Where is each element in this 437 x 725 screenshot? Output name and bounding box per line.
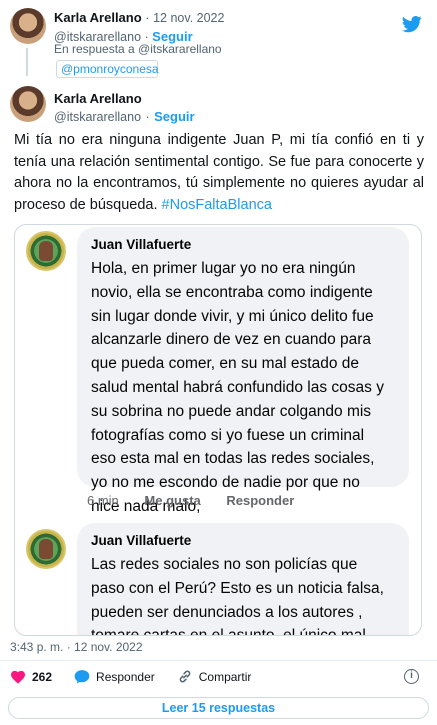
comment-time-1: 6 min <box>87 493 119 508</box>
tweet-body: Mi tía no era ninguna indigente Juan P, … <box>14 130 424 216</box>
divider <box>0 660 437 661</box>
thread-connector <box>26 48 28 76</box>
share-label: Compartir <box>198 669 252 684</box>
share-button[interactable]: Compartir <box>177 669 252 684</box>
reply-to-text: En respuesta a @itskararellano <box>54 42 222 56</box>
tweet-timestamp[interactable]: 3:43 p. m. · 12 nov. 2022 <box>10 640 143 654</box>
heart-icon <box>11 670 25 684</box>
main-handle[interactable]: @itskararellano <box>54 110 141 124</box>
commenter-avatar-2 <box>26 529 66 569</box>
main-dot: · <box>145 110 150 124</box>
parent-separator: · <box>145 11 150 25</box>
twitter-logo-icon[interactable] <box>401 14 423 34</box>
main-follow-button[interactable]: Seguir <box>154 109 194 124</box>
read-replies-button[interactable]: Leer 15 respuestas <box>8 697 429 719</box>
like-button[interactable]: 262 <box>10 669 52 684</box>
commenter-avatar <box>26 231 66 271</box>
hashtag-link[interactable]: #NosFaltaBlanca <box>162 197 272 213</box>
main-author-line: Karla Arellano <box>54 90 254 108</box>
embedded-screenshot[interactable]: Juan Villafuerte Hola, en primer lugar y… <box>14 224 422 636</box>
mentioned-handle-link[interactable]: @pmonroyconesa <box>56 60 159 78</box>
comment-text-1: Hola, en primer lugar yo no era ningún n… <box>91 260 384 515</box>
reply-label: Responder <box>96 669 155 684</box>
karla-avatar[interactable] <box>10 8 46 44</box>
karla-avatar-main[interactable] <box>10 86 46 122</box>
comment-like-1: Me gusta <box>144 493 201 508</box>
main-author-name[interactable]: Karla Arellano <box>54 91 142 106</box>
reply-button[interactable]: Responder <box>74 669 155 684</box>
comment-author-2: Juan Villafuerte <box>91 533 192 548</box>
parent-author-line: Karla Arellano · 12 nov. 2022 <box>54 10 224 25</box>
comment-author-1: Juan Villafuerte <box>91 237 192 252</box>
comment-reply-1: Responder <box>226 493 295 508</box>
parent-date[interactable]: 12 nov. 2022 <box>153 11 224 25</box>
share-link-icon <box>179 670 191 683</box>
tweet-action-bar: 262 Responder Compartir <box>10 669 273 684</box>
comment-actions-1: 6 min Me gusta Responder <box>87 493 316 508</box>
like-count: 262 <box>32 669 53 684</box>
reply-bubble-icon <box>74 670 90 684</box>
comment-text-2: Las redes sociales no son policías que p… <box>91 556 384 636</box>
main-handle-line: @itskararellano · Seguir <box>54 108 254 126</box>
comment-bubble-1: Juan Villafuerte Hola, en primer lugar y… <box>77 227 409 515</box>
info-icon[interactable]: i <box>404 669 419 684</box>
comment-bubble-2: Juan Villafuerte Las redes sociales no s… <box>77 523 409 636</box>
parent-author-name[interactable]: Karla Arellano <box>54 10 142 25</box>
